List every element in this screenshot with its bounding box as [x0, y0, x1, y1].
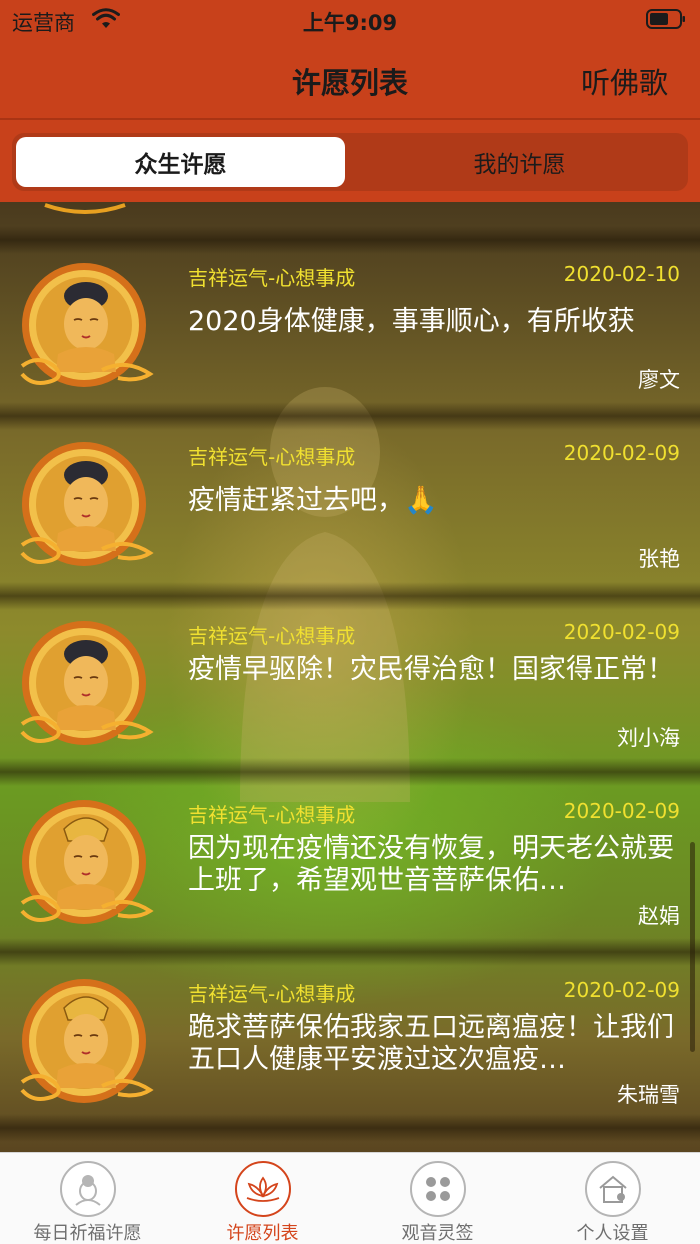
listen-buddha-songs-button[interactable]: 听佛歌	[581, 60, 668, 102]
wish-content: 跪求菩萨保佑我家五口远离瘟疫！让我们五口人健康平安渡过这次瘟疫…	[188, 1012, 674, 1075]
wish-item[interactable]: 吉祥运气-心想事成 2020-02-09 疫情赶紧过去吧，🙏 张艳	[0, 381, 700, 571]
buddha-avatar-icon	[18, 799, 154, 929]
header: 运营商 上午9:09 许愿列表 听佛歌 众生许愿 我的许愿	[0, 0, 700, 202]
wish-date: 2020-02-09	[563, 441, 680, 465]
tab-wish-list[interactable]: 许愿列表	[175, 1153, 350, 1244]
tab-personal-settings[interactable]: 个人设置	[525, 1153, 700, 1244]
wish-content: 疫情赶紧过去吧，🙏	[188, 485, 438, 516]
wish-category: 吉祥运气-心想事成	[188, 266, 356, 290]
wish-content: 因为现在疫情还没有恢复，明天老公就要上班了，希望观世音菩萨保佑…	[188, 833, 674, 896]
tab-bar: 每日祈福许愿 许愿列表 观音灵签 个人设置	[0, 1152, 700, 1244]
house-person-icon	[585, 1161, 641, 1217]
status-bar: 运营商 上午9:09	[0, 0, 700, 40]
segment-my-wishes[interactable]: 我的许愿	[355, 137, 684, 187]
wish-item[interactable]: 吉祥运气-心想事成 2020-02-09 因为现在疫情还没有恢复，明天老公就要上班了…	[0, 739, 700, 928]
wish-category: 吉祥运气-心想事成	[188, 982, 356, 1006]
wish-date: 2020-02-09	[563, 620, 680, 644]
tab-label: 每日祈福许愿	[33, 1223, 142, 1244]
tab-label: 个人设置	[576, 1223, 649, 1244]
wish-content: 2020身体健康，事事顺心，有所收获	[188, 306, 635, 337]
wish-category: 吉祥运气-心想事成	[188, 803, 356, 827]
buddha-avatar-icon	[18, 978, 154, 1108]
four-dots-icon	[410, 1161, 466, 1217]
segment-public-wishes[interactable]: 众生许愿	[16, 137, 345, 187]
buddha-avatar-icon	[18, 441, 154, 571]
wish-item[interactable]: 吉祥运气-心想事成 2020-02-09 疫情早驱除！灾民得治愈！国家得正常！ 刘小海	[0, 560, 700, 750]
wish-item[interactable]: 吉祥运气-心想事成 2020-02-09 跪求菩萨保佑我家五口远离瘟疫！让我们五口人…	[0, 918, 700, 1107]
wish-list[interactable]: 吉祥运气-心想事成 2020-02-10 2020身体健康，事事顺心，有所收获 廖文吉…	[0, 202, 700, 1152]
wish-date: 2020-02-09	[563, 978, 680, 1002]
stripe	[0, 1114, 700, 1142]
segmented-control: 众生许愿 我的许愿	[12, 133, 688, 191]
wish-author: 朱瑞雪	[617, 1083, 680, 1107]
battery-icon	[646, 9, 685, 29]
wish-content: 疫情早驱除！灾民得治愈！国家得正常！	[188, 654, 674, 685]
buddha-head-icon	[60, 1161, 116, 1217]
tab-label: 观音灵签	[401, 1223, 474, 1244]
header-divider	[0, 118, 700, 120]
wish-item[interactable]: 吉祥运气-心想事成 2020-02-10 2020身体健康，事事顺心，有所收获 廖文	[0, 202, 700, 392]
buddha-avatar-icon	[18, 262, 154, 392]
lotus-icon	[235, 1161, 291, 1217]
wish-category: 吉祥运气-心想事成	[188, 445, 356, 469]
buddha-avatar-icon	[18, 620, 154, 750]
tab-daily-blessing[interactable]: 每日祈福许愿	[0, 1153, 175, 1244]
status-time: 上午9:09	[302, 11, 398, 35]
scroll-indicator[interactable]	[690, 842, 695, 1052]
tab-label: 许愿列表	[226, 1223, 299, 1244]
tab-guanyin-lots[interactable]: 观音灵签	[350, 1153, 525, 1244]
wish-category: 吉祥运气-心想事成	[188, 624, 356, 648]
wish-date: 2020-02-10	[563, 262, 680, 286]
wish-date: 2020-02-09	[563, 799, 680, 823]
